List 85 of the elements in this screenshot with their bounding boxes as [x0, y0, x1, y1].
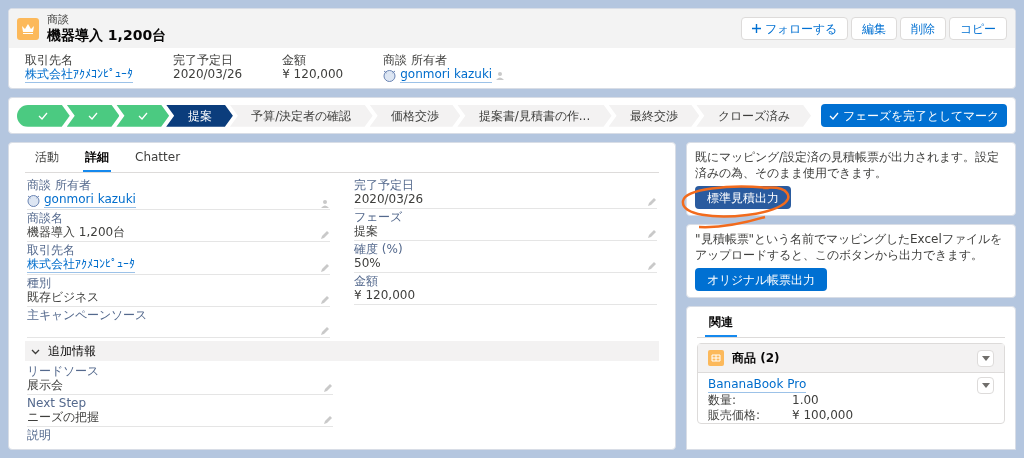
field-label: 取引先名 [27, 243, 76, 258]
owner-link[interactable]: gonmori kazuki [44, 192, 136, 209]
crown-icon [17, 17, 39, 40]
field-value: 2020/03/26 [354, 192, 424, 208]
pencil-icon[interactable] [320, 263, 330, 274]
field-label: リードソース [27, 364, 99, 379]
field-label: 主キャンペーンソース [27, 308, 147, 323]
pencil-icon[interactable] [320, 326, 330, 337]
check-icon [829, 111, 839, 120]
list-title: 商品 (2) [732, 350, 780, 368]
path-stage[interactable]: 最終交渉 [608, 104, 700, 127]
product-icon [708, 350, 724, 367]
pencil-icon[interactable] [323, 415, 333, 426]
caret-icon [981, 383, 990, 389]
person-icon[interactable] [496, 70, 506, 80]
field-label: 商談 所有者 [383, 53, 449, 68]
object-label: 商談 [47, 13, 70, 27]
action-button[interactable]: 編集 [851, 17, 897, 41]
account-link[interactable]: 株式会社ｱｸﾒｺﾝﾋﾟｭｰﾀ [25, 67, 133, 84]
path-stage[interactable] [116, 104, 170, 127]
pencil-icon[interactable] [647, 197, 657, 208]
field-value: 機器導入 1,200台 [27, 225, 126, 241]
field-value: 展示会 [27, 378, 64, 394]
field-label: 販売価格: [708, 408, 762, 424]
field-value: 提案 [354, 224, 379, 240]
field-value: 2020/03/26 [173, 67, 243, 83]
field-label: 数量: [708, 393, 738, 409]
field-label: 確度 (%) [354, 242, 403, 257]
card-text: 既にマッピング/設定済の見積帳票が出力されます。設定済みの為、そのまま使用できます。 [695, 149, 1001, 182]
path-stage[interactable]: クローズ済み [696, 104, 811, 127]
field-label: 完了予定日 [354, 178, 415, 193]
section-header[interactable]: 追加情報 [25, 341, 659, 362]
record-title: 機器導入 1,200台 [47, 26, 167, 45]
field-label: 金額 [354, 274, 379, 289]
product-link[interactable]: BananaBook Pro [708, 377, 807, 394]
path-stage[interactable]: 提案 [166, 104, 233, 127]
path-stage[interactable]: 提案書/見積書の作... [457, 104, 612, 127]
path-stage[interactable]: 価格交渉 [369, 104, 461, 127]
avatar-icon [27, 193, 40, 207]
caret-icon [981, 355, 990, 361]
field-label: 種別 [27, 276, 52, 291]
tab[interactable]: 詳細 [83, 144, 111, 173]
field-value: ニーズの把握 [27, 410, 99, 426]
action-button[interactable]: フォローする [741, 17, 848, 41]
person-icon[interactable] [321, 199, 330, 209]
path-stage[interactable] [66, 104, 120, 127]
field-label: Next Step [27, 396, 88, 411]
field-value: ¥ 100,000 [792, 408, 854, 424]
pencil-icon[interactable] [320, 295, 330, 306]
action-button[interactable]: 削除 [900, 17, 946, 41]
avatar-icon [383, 68, 397, 82]
field-label: 商談名 [27, 211, 64, 226]
dropdown-button[interactable] [977, 377, 994, 395]
section-title: 追加情報 [48, 343, 96, 361]
owner-link[interactable]: gonmori kazuki [400, 67, 493, 84]
pencil-icon[interactable] [320, 230, 330, 241]
path-stage[interactable]: 予算/決定者の確認 [229, 104, 373, 127]
field-value: 50% [354, 256, 382, 272]
card-text: "見積帳票"という名前でマッピングしたExcelファイルをアップロードすると、このボタンから出力できます。 [695, 231, 1003, 264]
pencil-icon[interactable] [323, 383, 333, 394]
tab[interactable]: Chatter [133, 144, 183, 173]
field-label: 完了予定日 [173, 53, 234, 68]
account-link[interactable]: 株式会社ｱｸﾒｺﾝﾋﾟｭｰﾀ [27, 257, 135, 274]
path-stage[interactable] [17, 104, 70, 127]
field-label: 説明 [27, 428, 51, 443]
field-value: 既存ビジネス [27, 290, 99, 306]
field-label: 商談 所有者 [27, 178, 92, 193]
dropdown-button[interactable] [977, 349, 994, 367]
action-button[interactable]: コピー [949, 17, 1007, 41]
field-label: フェーズ [354, 210, 402, 225]
check-icon [137, 111, 148, 120]
original-quote-button[interactable]: オリジナル帳票出力 [695, 268, 827, 292]
mark-complete-button[interactable]: フェーズを完了としてマーク [821, 104, 1007, 128]
field-value: 1.00 [792, 393, 819, 409]
field-value: ¥ 120,000 [354, 288, 416, 304]
plus-icon [752, 24, 761, 34]
tab[interactable]: 関連 [705, 309, 737, 338]
field-label: 金額 [282, 53, 308, 68]
field-value: ¥ 120,000 [282, 67, 344, 83]
check-icon [38, 111, 49, 120]
tab[interactable]: 活動 [33, 144, 61, 173]
pencil-icon[interactable] [647, 229, 657, 240]
field-label: 取引先名 [25, 53, 74, 68]
pencil-icon[interactable] [647, 261, 657, 272]
check-icon [88, 111, 99, 120]
